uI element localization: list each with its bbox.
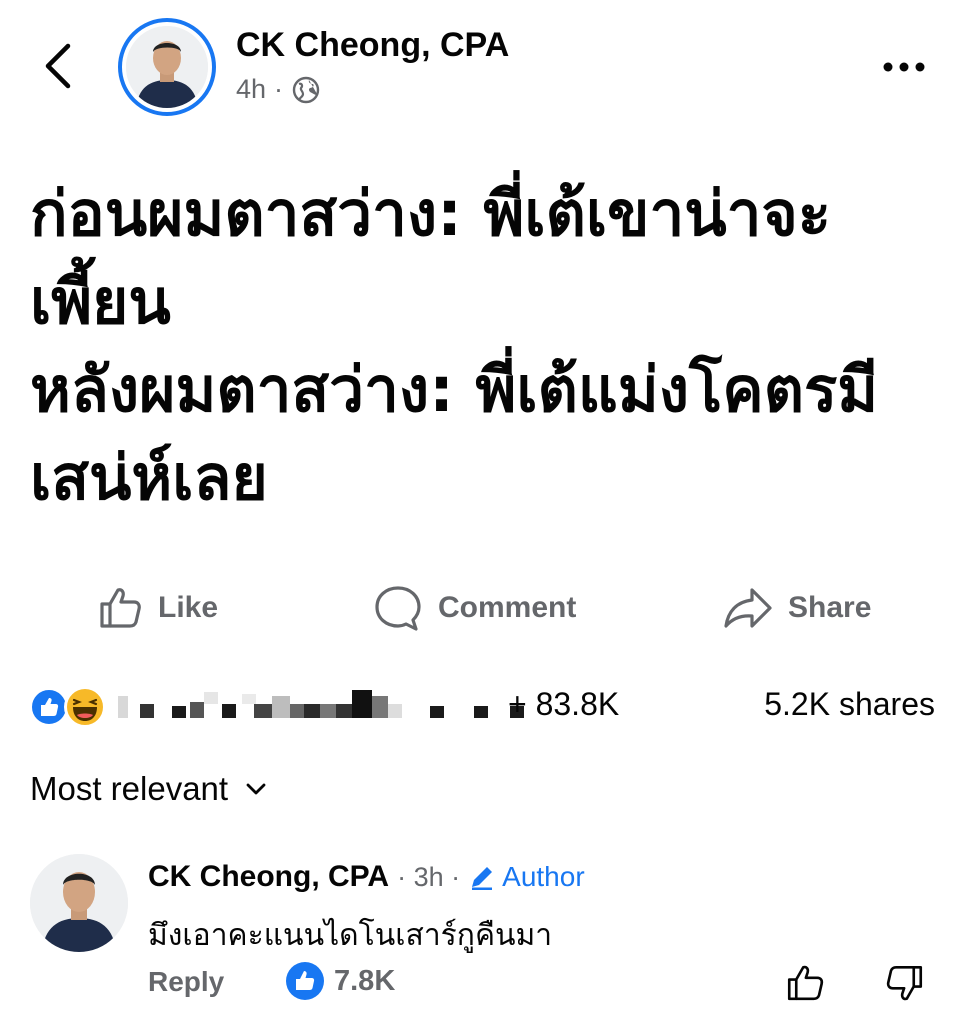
author-avatar-ring[interactable] xyxy=(118,18,216,116)
back-button[interactable] xyxy=(38,40,78,92)
thumbs-up-icon xyxy=(787,965,824,1001)
thumbs-up-icon xyxy=(100,588,141,628)
comment-bubble-icon xyxy=(375,586,421,631)
post-meta: 4h · xyxy=(236,74,321,105)
post-header: CK Cheong, CPA 4h · xyxy=(0,0,962,130)
author-badge: Author xyxy=(468,861,585,893)
comment-sort-dropdown[interactable]: Most relevant xyxy=(30,770,268,808)
post-author-name[interactable]: CK Cheong, CPA xyxy=(236,26,509,65)
chevron-left-icon xyxy=(45,43,71,89)
author-avatar xyxy=(126,26,208,108)
post-body-text: ก่อนผมตาสว่าง: พี่เต้เขาน่าจะ เพี้ยน หลั… xyxy=(30,170,930,522)
shares-count[interactable]: 5.2K shares xyxy=(764,686,935,723)
commenter-name[interactable]: CK Cheong, CPA xyxy=(148,860,389,894)
post-text-line: หลังผมตาสว่าง: พี่เต้แม่งโคตรมี xyxy=(30,353,879,426)
reaction-count: + 83.8K xyxy=(508,686,620,722)
pencil-icon xyxy=(472,867,493,890)
reactions-summary[interactable]: + 83.8K 5.2K shares xyxy=(30,682,935,732)
comment-sort-label: Most relevant xyxy=(30,770,229,807)
comment-text: มึงเอาคะแนนไดโนเสาร์กูคืนมา xyxy=(148,918,553,953)
commenter-avatar[interactable] xyxy=(30,854,128,952)
more-horizontal-icon xyxy=(883,62,925,72)
reply-button[interactable]: Reply xyxy=(148,966,224,998)
author-badge-label: Author xyxy=(502,861,585,892)
comment-time: · 3h · xyxy=(397,861,461,892)
share-button-label: Share xyxy=(788,591,872,624)
thumbs-down-icon xyxy=(886,965,923,1001)
comment-item: CK Cheong, CPA · 3h · Author มึงเอาคะแนน… xyxy=(0,848,962,1018)
post-text-line: เสน่ห์เลย xyxy=(30,441,268,514)
comment-button-label: Comment xyxy=(438,591,577,624)
globe-icon xyxy=(292,76,320,103)
post-text-line: เพี้ยน xyxy=(30,265,171,338)
post-text-line: ก่อนผมตาสว่าง: พี่เต้เขาน่าจะ xyxy=(30,177,832,250)
haha-reaction-icon xyxy=(64,686,106,728)
like-reaction-icon xyxy=(286,962,324,1000)
comment-like-count-value: 7.8K xyxy=(334,964,396,997)
post-time: 4h xyxy=(236,74,267,104)
comment-dislike-button[interactable] xyxy=(884,962,926,1004)
like-button[interactable]: Like xyxy=(96,578,218,638)
share-button[interactable]: Share xyxy=(722,578,871,638)
comment-button[interactable]: Comment xyxy=(372,578,576,638)
comment-like-button[interactable] xyxy=(784,962,826,1004)
like-reaction-icon xyxy=(30,688,68,726)
comment-header: CK Cheong, CPA · 3h · Author xyxy=(148,860,585,894)
chevron-down-icon xyxy=(246,783,266,795)
share-arrow-icon xyxy=(724,588,772,628)
post-action-bar: Like Comment Share xyxy=(0,578,962,638)
like-button-label: Like xyxy=(158,591,219,624)
pixelated-names xyxy=(118,690,524,718)
more-options-button[interactable] xyxy=(876,52,932,82)
comment-like-count[interactable]: 7.8K xyxy=(286,962,395,1000)
reaction-icons xyxy=(30,686,112,728)
